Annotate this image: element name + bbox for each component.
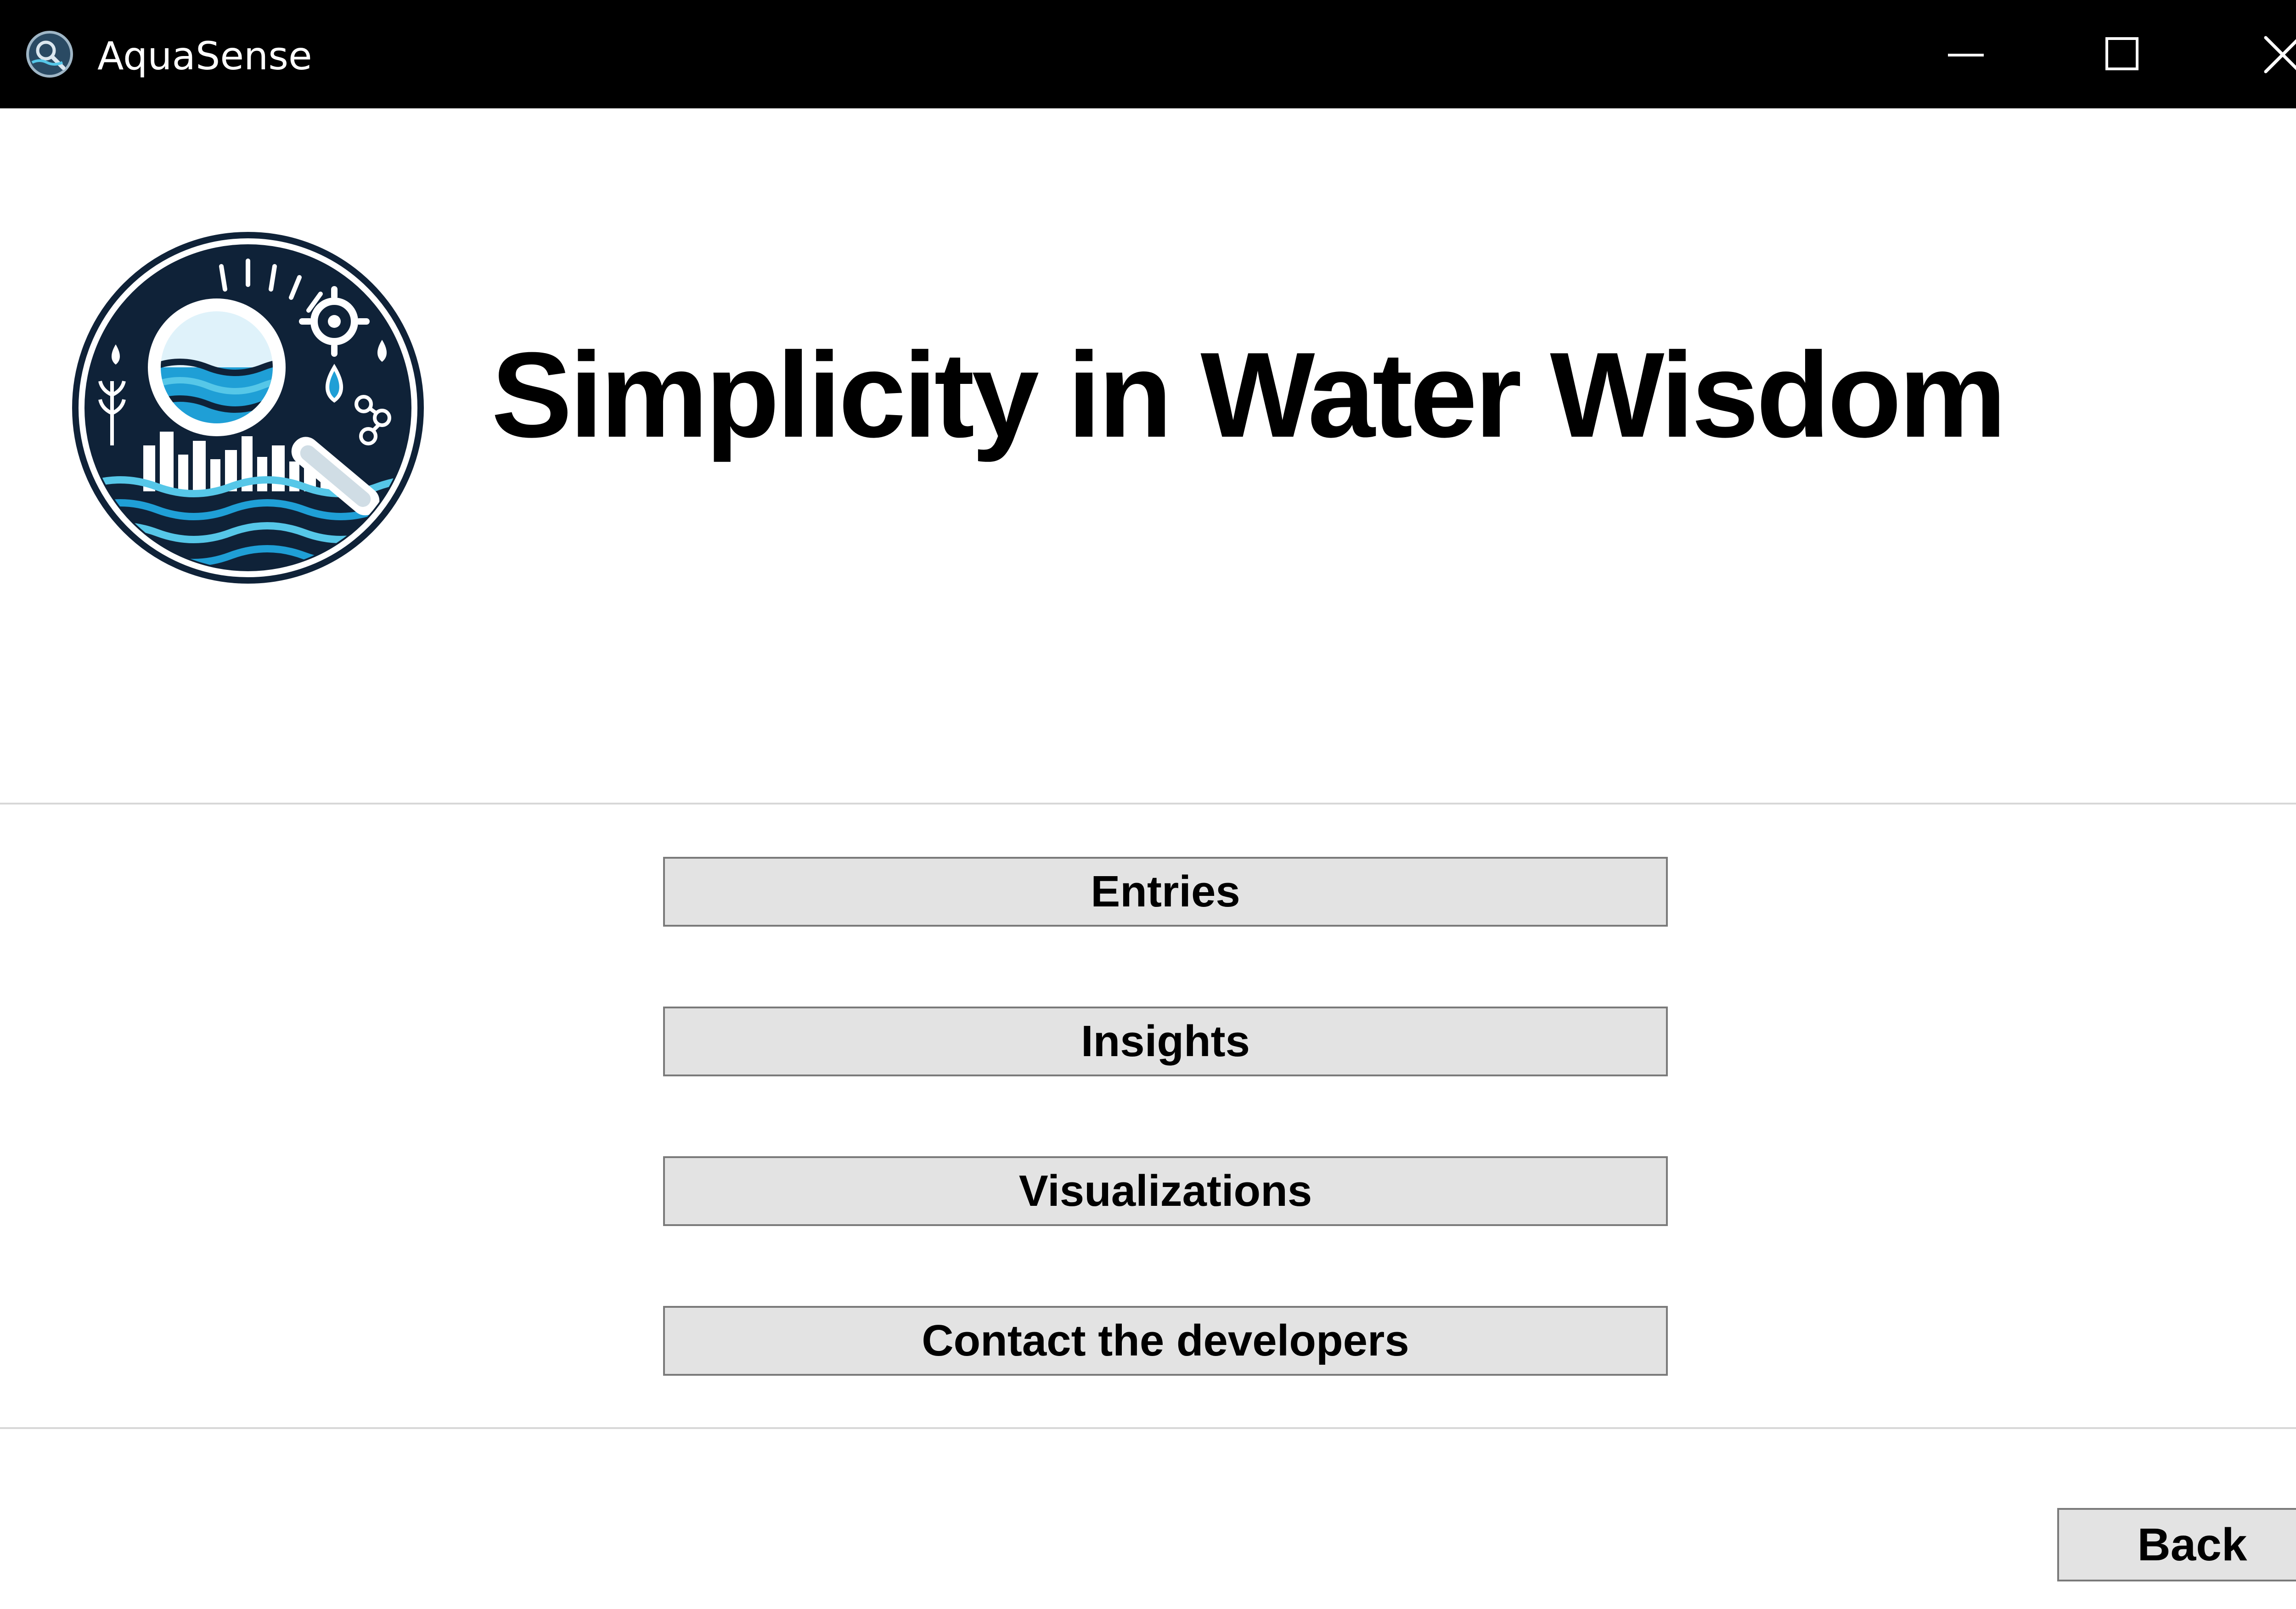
- minimize-button[interactable]: [1887, 0, 2043, 108]
- close-icon: [2264, 36, 2296, 73]
- maximize-icon: [2105, 37, 2138, 70]
- insights-button[interactable]: Insights: [663, 1007, 1668, 1076]
- divider: [0, 803, 2296, 804]
- maximize-button[interactable]: [2043, 0, 2200, 108]
- entries-button[interactable]: Entries: [663, 857, 1668, 927]
- app-icon: [26, 30, 73, 78]
- visualizations-button[interactable]: Visualizations: [663, 1156, 1668, 1226]
- contact-developers-button[interactable]: Contact the developers: [663, 1306, 1668, 1376]
- title-bar[interactable]: AquaSense: [0, 0, 2296, 108]
- divider: [0, 1427, 2296, 1429]
- aquasense-logo: [70, 230, 426, 586]
- close-button[interactable]: [2204, 0, 2296, 108]
- page-headline: Simplicity in Water Wisdom: [491, 327, 2007, 462]
- app-window: AquaSense Simplicity in Water Wisdom Ent…: [0, 0, 2296, 1609]
- back-button[interactable]: Back: [2057, 1508, 2296, 1581]
- window-title: AquaSense: [97, 34, 312, 79]
